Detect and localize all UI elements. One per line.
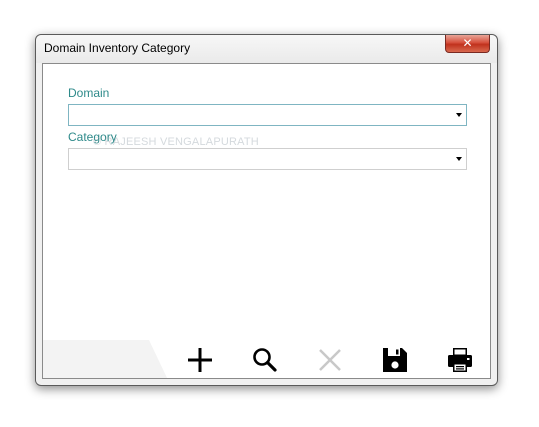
watermark: © RAJEESH VENGALAPURATH: [93, 136, 259, 148]
category-combobox[interactable]: [68, 148, 467, 170]
form-panel: Domain Category © RAJEESH VENGALAPURATH: [42, 63, 491, 379]
domain-combobox[interactable]: [68, 104, 467, 126]
add-button[interactable]: [185, 345, 215, 375]
close-icon: [319, 349, 341, 371]
chevron-down-icon[interactable]: [456, 157, 462, 161]
save-icon: [383, 348, 407, 372]
close-icon: ✕: [462, 36, 473, 50]
chevron-down-icon[interactable]: [456, 113, 462, 117]
save-button[interactable]: [380, 345, 410, 375]
print-button[interactable]: [445, 345, 475, 375]
printer-icon: [448, 348, 472, 372]
domain-label: Domain: [68, 86, 110, 100]
search-button[interactable]: [250, 345, 280, 375]
delete-button[interactable]: [315, 345, 345, 375]
window-title: Domain Inventory Category: [44, 41, 191, 55]
plus-icon: [188, 348, 212, 372]
title-bar[interactable]: Domain Inventory Category ✕: [36, 35, 497, 63]
toolbar-shade: [43, 340, 168, 378]
search-icon: [253, 348, 277, 372]
dialog-window: Domain Inventory Category ✕ Domain Categ…: [35, 34, 498, 386]
close-button[interactable]: ✕: [445, 35, 490, 53]
